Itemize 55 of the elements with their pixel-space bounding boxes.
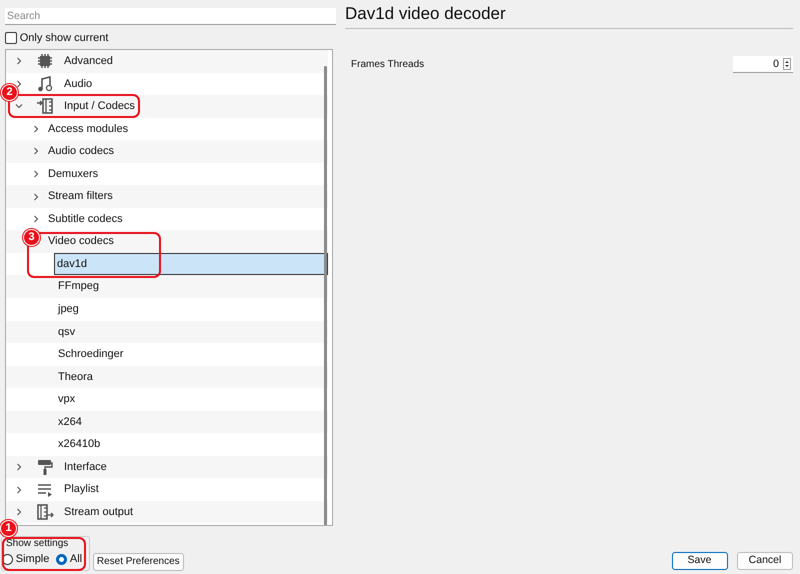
tree-item[interactable]: Schroedinger bbox=[58, 346, 124, 363]
tree-item[interactable]: Demuxers bbox=[48, 166, 98, 182]
chevron-right-icon[interactable] bbox=[14, 78, 24, 89]
tree-item[interactable]: jpeg bbox=[58, 301, 79, 318]
checkbox-label: Only show current bbox=[20, 30, 108, 46]
chevron-right-icon[interactable] bbox=[14, 484, 24, 495]
search-field[interactable]: Search bbox=[5, 8, 336, 25]
tree-item[interactable]: Audio bbox=[64, 76, 92, 92]
chip-icon bbox=[36, 52, 54, 70]
checkbox[interactable] bbox=[5, 32, 17, 44]
tree-item[interactable]: Theora bbox=[58, 368, 93, 386]
radio-label: Simple bbox=[16, 552, 50, 567]
tree-item[interactable]: Playlist bbox=[64, 481, 99, 498]
tree-item[interactable]: Access modules bbox=[48, 120, 128, 138]
chevron-right-icon[interactable] bbox=[31, 124, 41, 134]
dialog-button[interactable]: Cancel bbox=[737, 552, 793, 570]
film-strip-icon bbox=[36, 97, 54, 116]
spin-arrows-icon[interactable] bbox=[783, 58, 791, 70]
tree-item[interactable]: qsv bbox=[58, 324, 76, 340]
tree-item[interactable]: vpx bbox=[58, 391, 76, 408]
step-badge: 2 bbox=[1, 84, 18, 101]
tree-item[interactable]: Advanced bbox=[64, 53, 113, 70]
chevron-right-icon[interactable] bbox=[31, 214, 41, 224]
tree-item[interactable]: Stream filters bbox=[48, 188, 113, 205]
number-spinner[interactable]: 0 bbox=[733, 56, 793, 74]
tree-item[interactable]: Interface bbox=[64, 458, 107, 476]
tree-item[interactable]: Subtitle codecs bbox=[48, 210, 123, 228]
tree-item[interactable]: FFmpeg bbox=[58, 278, 99, 295]
scrollbar[interactable] bbox=[324, 66, 327, 525]
radio-button[interactable] bbox=[56, 554, 68, 565]
tree-item[interactable]: x26410b bbox=[58, 436, 100, 453]
tree-item[interactable]: Audio codecs bbox=[48, 143, 114, 160]
chevron-right-icon[interactable] bbox=[31, 169, 41, 179]
step-badge: 1 bbox=[0, 520, 17, 537]
tree-item[interactable]: dav1d bbox=[54, 252, 328, 276]
chevron-right-icon[interactable] bbox=[31, 192, 41, 202]
tree-item[interactable]: Video codecs bbox=[48, 233, 114, 250]
step-badge: 3 bbox=[23, 229, 40, 246]
tree-item[interactable]: Input / Codecs bbox=[64, 98, 135, 115]
tree-item[interactable]: x264 bbox=[58, 414, 82, 430]
spinner-value: 0 bbox=[773, 56, 779, 72]
dialog-button[interactable]: Save bbox=[672, 552, 728, 570]
chevron-right-icon[interactable] bbox=[14, 507, 24, 518]
film-strip-icon bbox=[36, 503, 54, 522]
chevron-right-icon[interactable] bbox=[31, 146, 41, 156]
radio-label: All bbox=[70, 552, 82, 567]
panel-title: Dav1d video decoder bbox=[345, 4, 793, 30]
setting-label: Frames Threads bbox=[351, 58, 424, 72]
tree-item[interactable]: Stream output bbox=[64, 504, 134, 520]
group-title: Show settings bbox=[5, 537, 70, 551]
chevron-right-icon[interactable] bbox=[14, 462, 24, 472]
chevron-right-icon[interactable] bbox=[14, 56, 24, 66]
paint-roller-icon bbox=[36, 458, 54, 476]
reset-button[interactable]: Reset Preferences bbox=[92, 552, 184, 570]
music-note-icon bbox=[36, 74, 54, 93]
